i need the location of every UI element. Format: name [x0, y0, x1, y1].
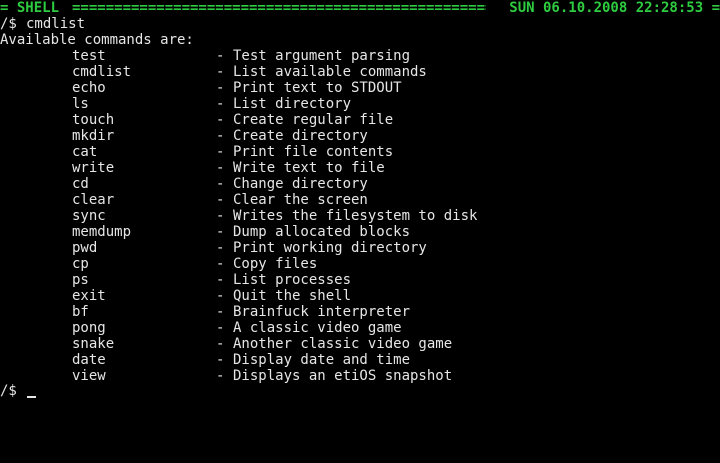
- command-row: cp - Copy files: [0, 256, 720, 272]
- command-name: ls: [72, 96, 89, 112]
- command-row: touch - Create regular file: [0, 112, 720, 128]
- command-separator: -: [216, 80, 225, 96]
- command-name: pwd: [72, 240, 98, 256]
- command-description: Print file contents: [233, 144, 394, 160]
- command-name: sync: [72, 208, 106, 224]
- command-description: Print working directory: [233, 240, 427, 256]
- command-name: clear: [72, 192, 115, 208]
- command-separator: -: [216, 96, 225, 112]
- command-name: ps: [72, 272, 89, 288]
- command-description: Display date and time: [233, 352, 411, 368]
- command-separator: -: [216, 144, 225, 160]
- command-description: Test argument parsing: [233, 48, 411, 64]
- command-separator: -: [216, 256, 225, 272]
- command-row: cmdlist - List available commands: [0, 64, 720, 80]
- command-separator: -: [216, 112, 225, 128]
- command-description: Create regular file: [233, 112, 394, 128]
- command-name: cat: [72, 144, 98, 160]
- command-row: pwd - Print working directory: [0, 240, 720, 256]
- command-row: mkdir - Create directory: [0, 128, 720, 144]
- command-description: Write text to file: [233, 160, 385, 176]
- shell-title: = SHELL: [0, 0, 60, 16]
- status-bar: = SHELL ================================…: [0, 0, 720, 16]
- command-row: exit - Quit the shell: [0, 288, 720, 304]
- status-bar-fill: ========================================…: [72, 0, 486, 16]
- command-name: mkdir: [72, 128, 115, 144]
- command-separator: -: [216, 48, 225, 64]
- command-description: Writes the filesystem to disk: [233, 208, 478, 224]
- command-name: cmdlist: [72, 64, 132, 80]
- entered-command: cmdlist: [26, 16, 86, 32]
- command-separator: -: [216, 224, 225, 240]
- command-row: clear - Clear the screen: [0, 192, 720, 208]
- command-row: write - Write text to file: [0, 160, 720, 176]
- command-description: Change directory: [233, 176, 368, 192]
- command-name: memdump: [72, 224, 132, 240]
- command-description: List processes: [233, 272, 352, 288]
- command-row: view - Displays an etiOS snapshot: [0, 368, 720, 384]
- command-name: cd: [72, 176, 89, 192]
- command-separator: -: [216, 304, 225, 320]
- command-description: Clear the screen: [233, 192, 368, 208]
- command-name: touch: [72, 112, 115, 128]
- command-separator: -: [216, 128, 225, 144]
- command-name: cp: [72, 256, 89, 272]
- command-description: List available commands: [233, 64, 427, 80]
- text-cursor: [27, 396, 36, 398]
- prompt-symbol: /$: [0, 16, 17, 32]
- command-row: sync - Writes the filesystem to disk: [0, 208, 720, 224]
- command-separator: -: [216, 272, 225, 288]
- command-row: date - Display date and time: [0, 352, 720, 368]
- input-prompt-symbol: /$: [0, 383, 17, 399]
- command-description: Create directory: [233, 128, 368, 144]
- command-description: Dump allocated blocks: [233, 224, 411, 240]
- output-header: Available commands are:: [0, 32, 194, 48]
- command-separator: -: [216, 208, 225, 224]
- command-description: Quit the shell: [233, 288, 352, 304]
- status-datetime: SUN 06.10.2008 22:28:53 =: [509, 0, 720, 16]
- command-separator: -: [216, 288, 225, 304]
- command-row: pong - A classic video game: [0, 320, 720, 336]
- command-name: snake: [72, 336, 115, 352]
- command-separator: -: [216, 320, 225, 336]
- command-name: view: [72, 368, 106, 384]
- command-separator: -: [216, 352, 225, 368]
- command-description: Copy files: [233, 256, 318, 272]
- command-separator: -: [216, 64, 225, 80]
- command-separator: -: [216, 240, 225, 256]
- command-separator: -: [216, 368, 225, 384]
- command-description: List directory: [233, 96, 352, 112]
- command-row: echo - Print text to STDOUT: [0, 80, 720, 96]
- command-line: /$ cmdlist: [0, 16, 720, 32]
- command-row: snake - Another classic video game: [0, 336, 720, 352]
- command-row: ps - List processes: [0, 272, 720, 288]
- command-description: Print text to STDOUT: [233, 80, 402, 96]
- command-description: Another classic video game: [233, 336, 453, 352]
- command-row: cat - Print file contents: [0, 144, 720, 160]
- command-name: test: [72, 48, 106, 64]
- command-separator: -: [216, 336, 225, 352]
- command-description: Brainfuck interpreter: [233, 304, 411, 320]
- terminal-screen[interactable]: = SHELL ================================…: [0, 0, 720, 400]
- command-row: memdump - Dump allocated blocks: [0, 224, 720, 240]
- command-description: A classic video game: [233, 320, 402, 336]
- command-separator: -: [216, 160, 225, 176]
- command-row: bf - Brainfuck interpreter: [0, 304, 720, 320]
- command-name: bf: [72, 304, 89, 320]
- command-name: pong: [72, 320, 106, 336]
- command-name: write: [72, 160, 115, 176]
- command-description: Displays an etiOS snapshot: [233, 368, 453, 384]
- command-row: test - Test argument parsing: [0, 48, 720, 64]
- command-name: date: [72, 352, 106, 368]
- command-separator: -: [216, 176, 225, 192]
- command-row: ls - List directory: [0, 96, 720, 112]
- input-line[interactable]: /$: [0, 383, 720, 399]
- command-name: exit: [72, 288, 106, 304]
- command-row: cd - Change directory: [0, 176, 720, 192]
- command-separator: -: [216, 192, 225, 208]
- command-name: echo: [72, 80, 106, 96]
